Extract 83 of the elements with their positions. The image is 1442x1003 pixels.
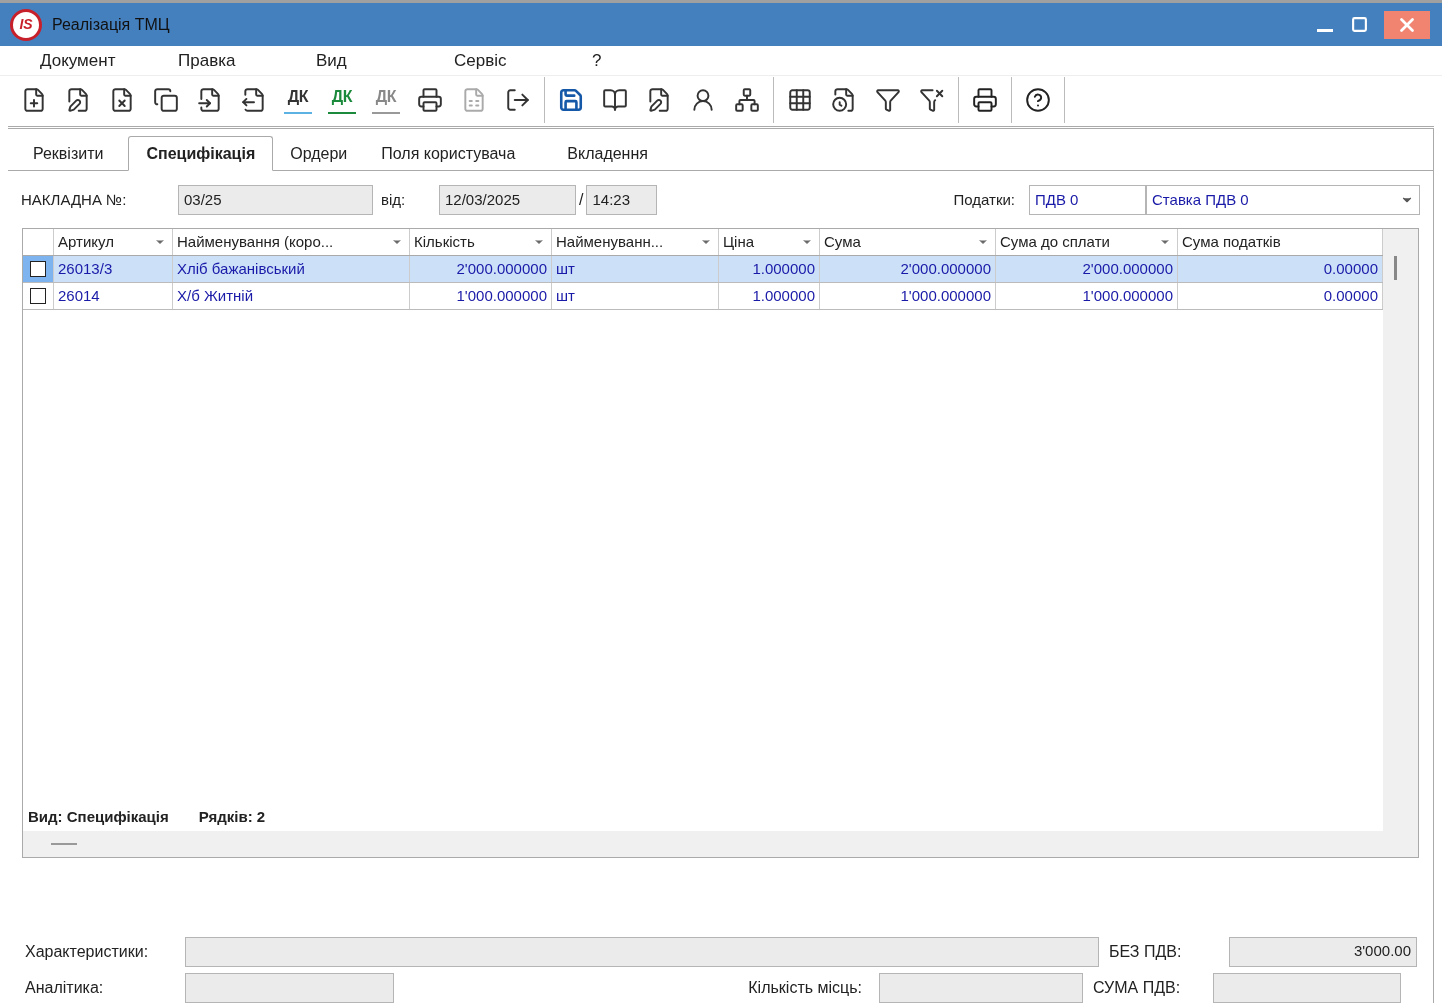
table-cell: 2'000.000000 [820, 256, 996, 282]
table-cell: шт [552, 283, 719, 309]
save-icon [558, 87, 584, 113]
menu-item[interactable]: Сервіс [454, 47, 592, 74]
table-cell: Х/б Житній [173, 283, 410, 309]
tab[interactable]: Специфікація [128, 136, 274, 171]
field-label: Кількість місць: [747, 977, 863, 998]
column-header[interactable]: Сума до сплати [996, 229, 1178, 255]
menu-item[interactable]: Правка [178, 47, 316, 74]
tax-rate-dropdown[interactable]: Ставка ПДВ 0 [1146, 185, 1420, 215]
maximize-icon [1350, 16, 1368, 33]
close-button[interactable] [1384, 10, 1430, 39]
tab[interactable]: Реквізити [16, 136, 121, 171]
table-cell: 1'000.000000 [996, 283, 1178, 309]
field-label: Аналітика: [25, 977, 105, 998]
tab[interactable]: Ордери [273, 136, 365, 171]
table-cell: 1.000000 [719, 256, 820, 282]
table-cell: 2'000.000000 [996, 256, 1178, 282]
table-cell: 1.000000 [719, 283, 820, 309]
column-header[interactable]: Ціна [719, 229, 820, 255]
vat-amount-field[interactable] [1213, 972, 1401, 1003]
invoice-number-field[interactable]: 03/25 [178, 185, 373, 215]
column-header[interactable]: Кількість [410, 229, 552, 255]
row-checkbox[interactable] [30, 288, 46, 304]
app-logo: IS [10, 8, 42, 41]
file-plus-icon [21, 87, 47, 113]
debit-credit-button[interactable]: ДК [320, 80, 364, 120]
field-label: СУМА ПДВ: [1093, 977, 1182, 998]
printer-icon [972, 87, 998, 113]
debit-credit-button[interactable]: ДК [276, 80, 320, 120]
field-label: БЕЗ ПДВ: [1109, 941, 1183, 962]
field-label: НАКЛАДНА №: [21, 189, 128, 210]
table-cell: 2'000.000000 [410, 256, 552, 282]
menu-item[interactable]: ? [592, 47, 602, 74]
menu-item[interactable]: Вид [316, 47, 454, 74]
minimize-icon [1317, 29, 1333, 32]
table-icon [787, 87, 813, 113]
characteristics-field[interactable] [185, 936, 1099, 967]
field-label: Податки: [953, 189, 1015, 210]
column-header[interactable]: Артикул [54, 229, 173, 255]
book-icon [602, 87, 628, 113]
field-label: Характеристики: [25, 941, 150, 962]
tab[interactable]: Поля користувача [364, 136, 533, 171]
table-cell: 26013/3 [54, 256, 173, 282]
file-clock-icon [831, 87, 857, 113]
time-field[interactable]: 14:23 [586, 185, 658, 215]
exit-icon [505, 87, 531, 113]
document-edit-icon [646, 87, 672, 113]
table-cell: 26014 [54, 283, 173, 309]
places-count-field[interactable] [879, 972, 1083, 1003]
menu-item[interactable]: Документ [40, 47, 178, 74]
column-header[interactable]: Сума [820, 229, 996, 255]
table-cell: 1'000.000000 [410, 283, 552, 309]
column-header[interactable]: Найменування (коро... [173, 229, 410, 255]
help-icon [1025, 87, 1051, 113]
separator-text: / [579, 190, 584, 210]
file-delete-icon [109, 87, 135, 113]
table-cell: шт [552, 256, 719, 282]
column-header[interactable]: Найменуванн... [552, 229, 719, 255]
copy-icon [153, 87, 179, 113]
table-row[interactable]: 26014 Х/б Житній 1'000.000000 шт 1.000000 1'000.000000 1'000.000000 0.00000 [23, 283, 1383, 310]
tax-code-field[interactable]: ПДВ 0 [1029, 185, 1146, 215]
filter-icon [875, 87, 901, 113]
table-cell: Хліб бажанівський [173, 256, 410, 282]
tab[interactable]: Вкладення [550, 136, 665, 171]
analytics-field[interactable] [185, 972, 394, 1003]
status-text: Рядків: 2 [198, 806, 266, 827]
row-checkbox[interactable] [30, 261, 46, 277]
without-vat-field[interactable]: 3'000.00 [1229, 936, 1417, 967]
user-icon [690, 87, 716, 113]
hierarchy-icon [734, 87, 760, 113]
date-field[interactable]: 12/03/2025 [439, 185, 576, 215]
file-edit-icon [65, 87, 91, 113]
status-text: Вид: Специфікація [28, 806, 169, 827]
table-row[interactable]: 26013/3 Хліб бажанівський 2'000.000000 шт 1.000000 2'000.000000 2'000.000000 0.00000 [23, 256, 1383, 283]
file-import-icon [197, 87, 223, 113]
printer-icon [417, 87, 443, 113]
filter-clear-icon [919, 87, 945, 113]
table-cell: 1'000.000000 [820, 283, 996, 309]
file-export-icon [241, 87, 267, 113]
field-label: від: [381, 189, 407, 210]
window-title: Реалізація ТМЦ [52, 14, 170, 35]
spreadsheet-icon [461, 87, 487, 113]
